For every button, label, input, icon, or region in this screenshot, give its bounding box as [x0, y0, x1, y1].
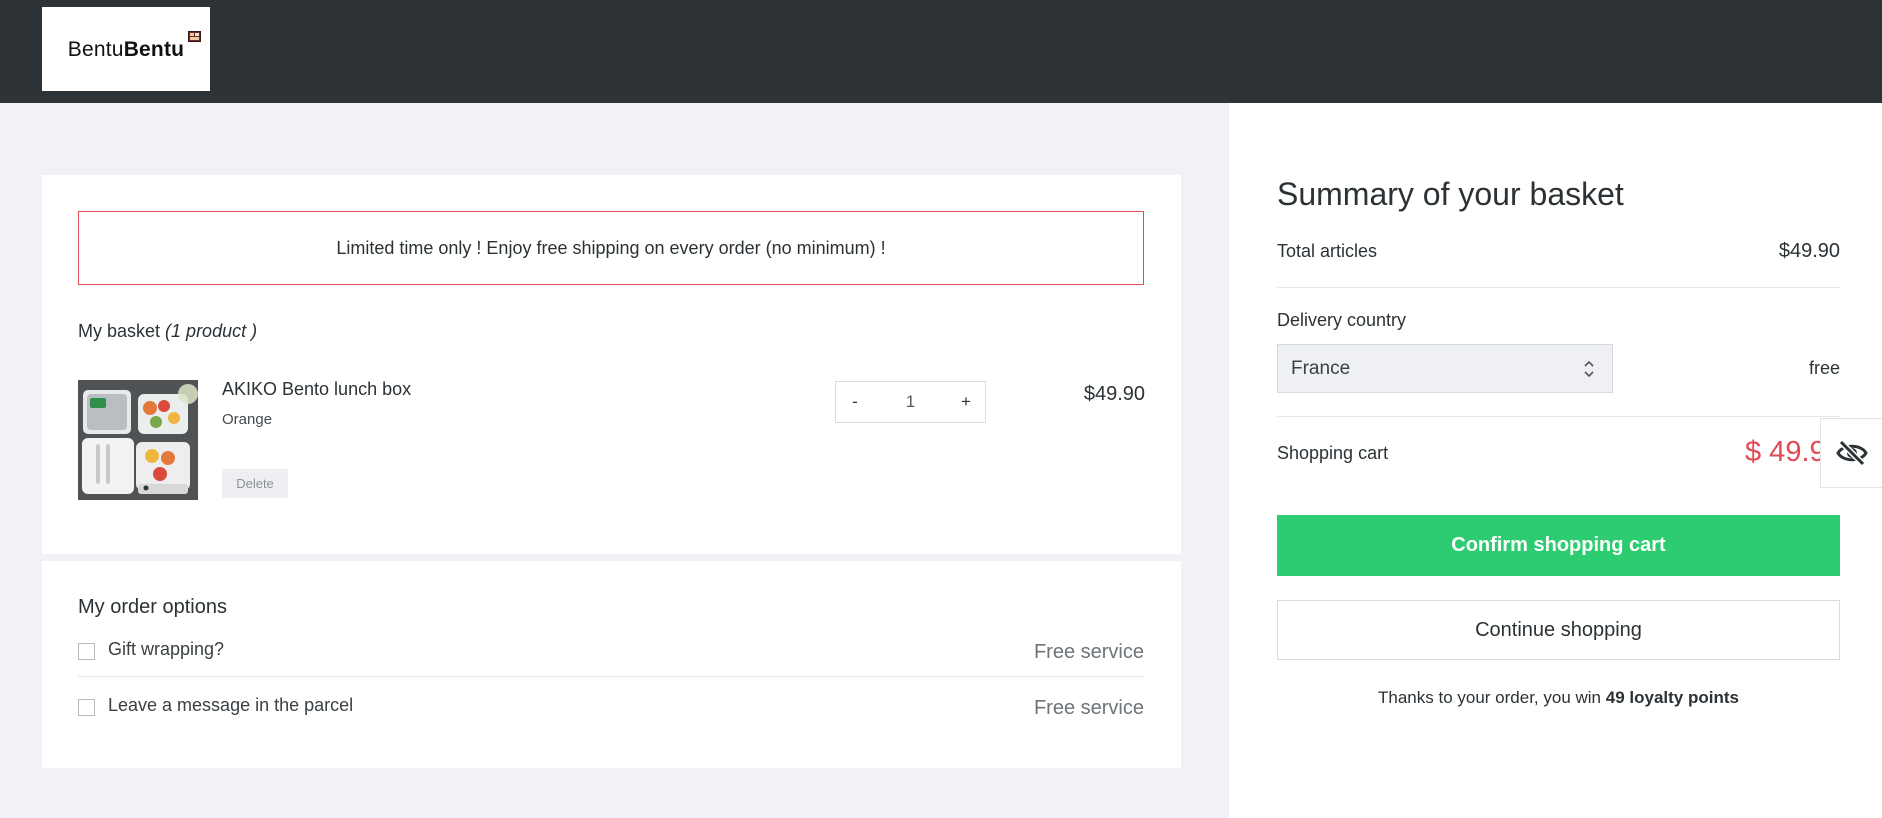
delivery-cost: free	[1808, 358, 1840, 378]
chevron-up-down-icon	[1584, 360, 1594, 378]
total-articles-value: $49.90	[1778, 240, 1840, 262]
product-image[interactable]	[78, 380, 198, 500]
decrease-quantity-button[interactable]: -	[836, 382, 874, 422]
bento-box-icon	[188, 31, 201, 42]
basket-summary-panel: Summary of your basket Total articles $4…	[1229, 103, 1882, 818]
order-options-panel: My order options Gift wrapping? Free ser…	[42, 561, 1181, 768]
divider	[1277, 287, 1840, 288]
eye-slash-icon	[1835, 439, 1868, 467]
basket-panel: Limited time only ! Enjoy free shipping …	[42, 175, 1181, 554]
delivery-country-label: Delivery country	[1277, 310, 1407, 330]
loyalty-message: Thanks to your order, you win 49 loyalty…	[1378, 688, 1739, 707]
delivery-country-select[interactable]: France	[1277, 344, 1613, 393]
loyalty-points: 49 loyalty points	[1605, 688, 1739, 707]
delete-item-button[interactable]: Delete	[222, 469, 288, 498]
selected-country: France	[1291, 357, 1351, 379]
accessibility-toggle[interactable]	[1820, 418, 1882, 488]
option-price-note: Free service	[1033, 641, 1144, 663]
confirm-cart-button[interactable]: Confirm shopping cart	[1277, 515, 1840, 576]
logo-text: BentuBentu	[67, 38, 185, 61]
quantity-input[interactable]: 1	[874, 392, 947, 412]
brand-logo[interactable]: BentuBentu	[42, 7, 210, 91]
option-row-gift-wrapping: Gift wrapping? Free service	[78, 635, 1144, 677]
option-row-message: Leave a message in the parcel Free servi…	[78, 691, 1144, 729]
top-header: BentuBentu	[0, 0, 1882, 103]
bento-product-icon	[78, 380, 198, 500]
promo-banner: Limited time only ! Enjoy free shipping …	[78, 211, 1144, 285]
summary-title: Summary of your basket	[1277, 176, 1624, 212]
product-variant: Orange	[222, 411, 273, 428]
quantity-stepper: - 1 +	[835, 381, 986, 423]
option-label[interactable]: Leave a message in the parcel	[108, 695, 353, 716]
increase-quantity-button[interactable]: +	[947, 382, 985, 422]
option-price-note: Free service	[1033, 697, 1144, 719]
total-articles-label: Total articles	[1277, 241, 1378, 261]
basket-count: (1 product )	[165, 321, 258, 341]
shopping-cart-label: Shopping cart	[1277, 443, 1389, 463]
line-price: $49.90	[1083, 383, 1145, 405]
message-checkbox[interactable]	[78, 699, 95, 716]
options-title: My order options	[78, 596, 227, 618]
product-name[interactable]: AKIKO Bento lunch box	[222, 379, 411, 400]
gift-wrapping-checkbox[interactable]	[78, 643, 95, 660]
divider	[1277, 416, 1840, 417]
option-label[interactable]: Gift wrapping?	[108, 639, 224, 660]
basket-title: My basket (1 product )	[78, 321, 258, 341]
continue-shopping-button[interactable]: Continue shopping	[1277, 600, 1840, 660]
